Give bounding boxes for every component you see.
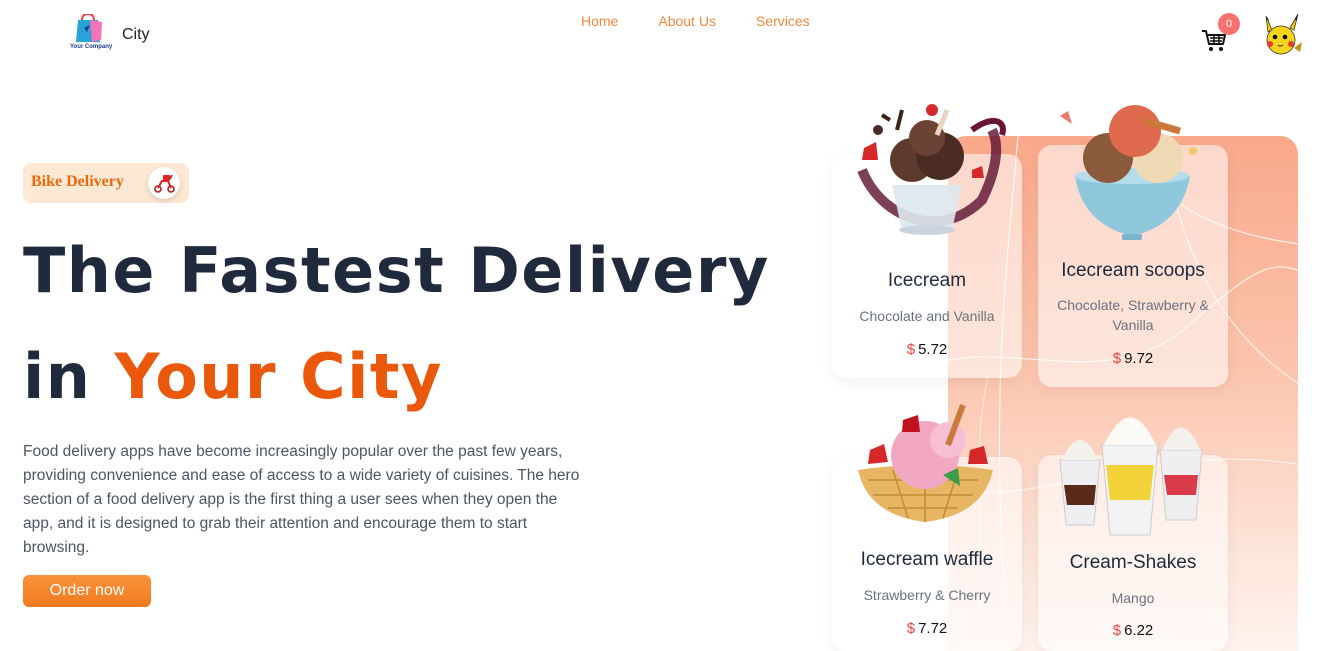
product-name: Icecream scoops: [1061, 260, 1205, 281]
headline-line-1: The Fastest Delivery: [23, 234, 770, 307]
user-avatar[interactable]: [1258, 12, 1304, 58]
cart-count-badge: 0: [1218, 13, 1240, 35]
nav-home[interactable]: Home: [581, 13, 618, 29]
badge-label: Bike Delivery: [31, 173, 124, 190]
headline-prefix: in: [23, 340, 92, 413]
logo-text: Your Company: [70, 44, 113, 50]
product-desc: Mango: [1111, 590, 1155, 606]
badge-icon-wrap: [148, 167, 180, 199]
icecream-bowl-icon: [1060, 105, 1197, 240]
shopping-bag-icon: [76, 12, 102, 42]
chocolate-icecream-icon: [857, 104, 1006, 235]
product-price: $9.72: [1038, 350, 1228, 367]
price-value: 9.72: [1124, 350, 1154, 367]
nav-services[interactable]: Services: [756, 13, 810, 29]
price-value: 5.72: [918, 341, 948, 358]
waffle-bowl-icon: [858, 403, 993, 522]
page: Your Company City Home About Us Services…: [0, 0, 1338, 651]
product-price: $6.22: [1038, 622, 1228, 639]
headline-line-2: in Your City: [23, 340, 443, 413]
product-desc: Chocolate, Strawberry & Vanilla: [1057, 297, 1209, 333]
product-price: $5.72: [832, 341, 1022, 358]
bike-delivery-badge: Bike Delivery: [23, 163, 189, 203]
currency-symbol: $: [906, 620, 916, 637]
milkshake-cups-icon: [1059, 417, 1203, 536]
nav-about-us[interactable]: About Us: [658, 13, 716, 29]
hero-description: Food delivery apps have become increasin…: [23, 443, 580, 556]
scooter-icon: [154, 174, 175, 193]
product-price: $7.72: [832, 620, 1022, 637]
company-logo[interactable]: Your Company: [68, 12, 114, 54]
order-now-button[interactable]: Order now: [23, 575, 151, 607]
headline-accent: Your City: [114, 340, 443, 413]
price-value: 7.72: [918, 620, 948, 637]
product-name: Icecream: [887, 270, 967, 291]
city-label: City: [122, 26, 150, 43]
currency-symbol: $: [906, 341, 916, 358]
product-desc: Strawberry & Cherry: [863, 587, 991, 603]
currency-symbol: $: [1112, 622, 1122, 639]
product-name: Icecream waffle: [860, 549, 994, 570]
main-nav: Home About Us Services: [581, 13, 810, 29]
price-value: 6.22: [1124, 622, 1154, 639]
product-desc: Chocolate and Vanilla: [859, 308, 995, 324]
product-name: Cream-Shakes: [1069, 552, 1197, 573]
currency-symbol: $: [1112, 350, 1122, 367]
